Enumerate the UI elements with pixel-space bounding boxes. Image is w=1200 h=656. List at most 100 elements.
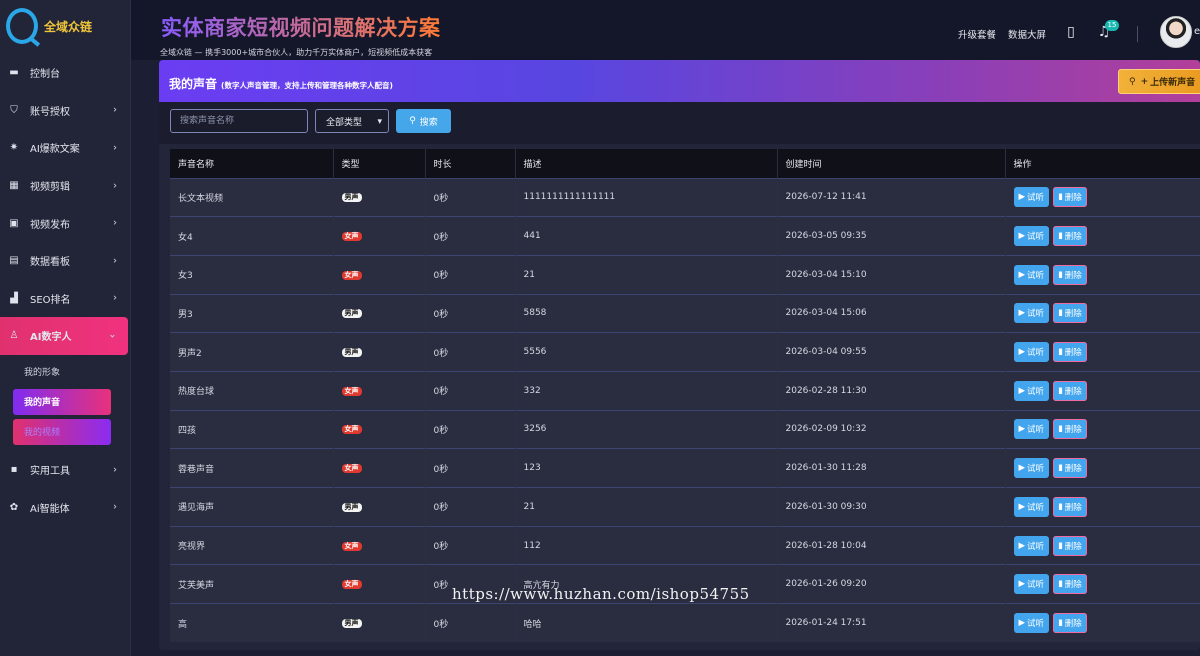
- avatar[interactable]: [1160, 16, 1192, 48]
- description-cell: 123: [515, 448, 778, 488]
- upload-voice-button[interactable]: ⚲ + 上传新声音: [1118, 69, 1200, 94]
- trash-icon: ▮: [1058, 385, 1063, 396]
- duration-cell: 0秒: [425, 409, 516, 449]
- actions-cell: ▶ 试听 ▮ 删除: [1005, 332, 1200, 372]
- play-button[interactable]: ▶ 试听: [1013, 574, 1050, 595]
- description-cell: 5858: [515, 293, 778, 333]
- shield-icon: ⛉: [10, 104, 18, 116]
- play-icon: ▶: [1018, 347, 1026, 358]
- delete-button[interactable]: ▮ 删除: [1053, 535, 1087, 556]
- description-cell: 112: [515, 525, 778, 565]
- column-header-duration[interactable]: 时长: [425, 149, 516, 178]
- play-icon: ▶: [1018, 424, 1026, 435]
- duration-cell: 0秒: [425, 216, 516, 256]
- sidebar-item-tools[interactable]: ▪ 实用工具 ›: [0, 451, 131, 489]
- play-button[interactable]: ▶ 试听: [1013, 303, 1050, 324]
- play-button[interactable]: ▶ 试听: [1013, 419, 1050, 440]
- voice-name-cell: 四孩: [170, 409, 334, 449]
- duration-cell: 0秒: [425, 370, 516, 411]
- play-button[interactable]: ▶ 试听: [1013, 187, 1050, 208]
- table-header-row: 声音名称 类型 时长 描述 创建时间 操作: [170, 149, 1200, 178]
- delete-button[interactable]: ▮ 删除: [1053, 613, 1087, 634]
- brand[interactable]: 全域众链: [0, 0, 131, 52]
- play-button[interactable]: ▶ 试听: [1013, 264, 1050, 285]
- voice-panel: 我的声音(数字人声音管理，支持上传和管理各种数字人配音) ⚲ + 上传新声音 全…: [159, 60, 1200, 650]
- voice-type-cell: 男声: [333, 487, 426, 527]
- sidebar-item-label: AI爆款文案: [30, 144, 80, 156]
- sidebar-item-ai-copy[interactable]: ✷ AI爆款文案 ›: [0, 129, 131, 167]
- description-cell: 332: [515, 370, 778, 411]
- play-button[interactable]: ▶ 试听: [1013, 496, 1050, 517]
- play-label: 试听: [1027, 619, 1045, 630]
- play-button[interactable]: ▶ 试听: [1013, 226, 1050, 247]
- column-header-actions: 操作: [1005, 149, 1200, 178]
- sidebar-item-console[interactable]: ▬ 控制台: [0, 54, 131, 92]
- upgrade-link[interactable]: 升级套餐: [958, 27, 996, 41]
- book-icon[interactable]: ▯: [1063, 24, 1079, 40]
- voice-name-cell: 女4: [170, 216, 334, 256]
- play-icon: ▶: [1018, 308, 1026, 319]
- delete-label: 删除: [1064, 193, 1082, 204]
- sidebar-item-data-board[interactable]: ▤ 数据看板 ›: [0, 242, 131, 280]
- voice-name-cell: 男3: [170, 293, 334, 333]
- search-input[interactable]: [170, 109, 308, 133]
- delete-button[interactable]: ▮ 删除: [1053, 264, 1087, 285]
- column-header-created[interactable]: 创建时间: [777, 149, 1006, 178]
- delete-button[interactable]: ▮ 删除: [1053, 187, 1087, 208]
- column-header-name[interactable]: 声音名称: [170, 149, 334, 178]
- play-button[interactable]: ▶ 试听: [1013, 342, 1050, 363]
- page-title: 实体商家短视频问题解决方案: [161, 12, 441, 42]
- column-header-type[interactable]: 类型: [333, 149, 426, 178]
- sub-item-my-voice[interactable]: 我的声音: [13, 388, 111, 415]
- delete-button[interactable]: ▮ 删除: [1053, 380, 1087, 401]
- play-icon: ▶: [1018, 501, 1026, 512]
- column-header-desc[interactable]: 描述: [515, 149, 778, 178]
- sidebar-item-video-publish[interactable]: ▣ 视频发布 ›: [0, 204, 131, 242]
- search-button[interactable]: ⚲ 搜索: [396, 109, 451, 133]
- gender-tag: 男声: [341, 619, 362, 629]
- voice-type-cell: 男声: [333, 177, 426, 217]
- delete-label: 删除: [1064, 464, 1082, 475]
- sub-item-my-video[interactable]: 我的视频: [13, 418, 111, 445]
- voice-type-cell: 男声: [333, 332, 426, 372]
- table-row: 长文本视频 男声 0秒 1111111111111111 2026-07-12 11:4…: [170, 177, 1200, 217]
- voice-type-cell: 女声: [333, 525, 426, 565]
- delete-button[interactable]: ▮ 删除: [1053, 342, 1087, 363]
- sidebar-item-account-auth[interactable]: ⛉ 账号授权 ›: [0, 92, 131, 130]
- table-body: 长文本视频 男声 0秒 1111111111111111 2026-07-12 11:4…: [170, 177, 1200, 643]
- play-button[interactable]: ▶ 试听: [1013, 613, 1050, 634]
- sidebar-item-ai-agent[interactable]: ✿ Ai智能体 ›: [0, 488, 131, 526]
- delete-button[interactable]: ▮ 删除: [1053, 574, 1087, 595]
- trash-icon: ▮: [1058, 424, 1063, 435]
- bars-icon: ▟: [10, 292, 18, 304]
- sidebar-item-ai-avatar[interactable]: ♙ AI数字人 ›: [0, 317, 128, 355]
- delete-button[interactable]: ▮ 删除: [1053, 226, 1087, 247]
- sidebar-item-label: AI数字人: [30, 332, 72, 344]
- play-icon: ▶: [1018, 385, 1026, 396]
- play-icon: ▶: [1018, 463, 1026, 474]
- delete-button[interactable]: ▮ 删除: [1053, 496, 1087, 517]
- play-label: 试听: [1027, 386, 1045, 397]
- user-icon: ♙: [9, 330, 19, 342]
- delete-button[interactable]: ▮ 删除: [1053, 458, 1087, 479]
- user-name[interactable]: e: [1194, 26, 1200, 37]
- sub-item-my-image[interactable]: 我的形象: [13, 359, 111, 385]
- delete-label: 删除: [1064, 580, 1082, 591]
- brand-logo-icon: [6, 8, 38, 44]
- data-screen-link[interactable]: 数据大屏: [1008, 27, 1046, 41]
- delete-button[interactable]: ▮ 删除: [1053, 303, 1087, 324]
- sidebar-item-seo[interactable]: ▟ SEO排名 ›: [0, 280, 131, 318]
- voice-table-wrap: 声音名称 类型 时长 描述 创建时间 操作 长文本视频 男声 0秒 111111111…: [170, 149, 1200, 643]
- play-button[interactable]: ▶ 试听: [1013, 535, 1050, 556]
- panel-title: 我的声音 (数字人声音管理，支持上传和管理各种数字人配音): [169, 75, 393, 92]
- type-select[interactable]: 全部类型 ▾: [315, 109, 389, 133]
- sidebar-item-video-edit[interactable]: ▦ 视频剪辑 ›: [0, 167, 131, 205]
- trash-icon: ▮: [1058, 231, 1063, 242]
- trash-icon: ▮: [1058, 463, 1063, 474]
- play-button[interactable]: ▶ 试听: [1013, 380, 1050, 401]
- sidebar-item-label: SEO排名: [30, 294, 71, 306]
- delete-button[interactable]: ▮ 删除: [1053, 419, 1087, 440]
- voice-type-cell: 女声: [333, 254, 426, 295]
- sidebar-item-label: 账号授权: [30, 106, 70, 118]
- play-button[interactable]: ▶ 试听: [1013, 458, 1050, 479]
